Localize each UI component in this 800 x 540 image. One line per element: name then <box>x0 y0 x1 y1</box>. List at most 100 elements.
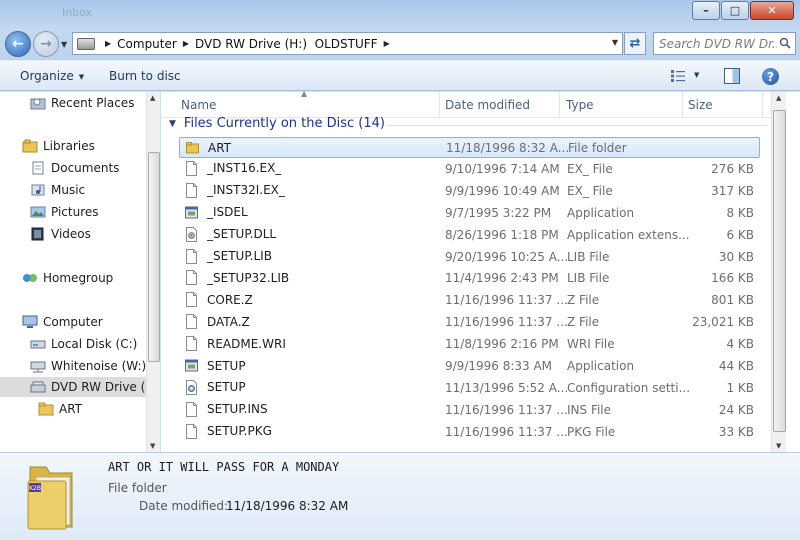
file-row[interactable]: CORE.Z 11/16/1996 11:37 ... Z File 801 KB <box>179 290 760 311</box>
nav-item-music[interactable]: Music <box>30 180 85 200</box>
minimize-button[interactable]: – <box>692 1 720 20</box>
application-icon <box>185 358 198 373</box>
nav-item-documents[interactable]: Documents <box>30 158 119 178</box>
file-row[interactable]: _SETUP.DLL 8/26/1996 1:18 PM Application e… <box>179 225 760 246</box>
application-icon <box>185 205 198 220</box>
nav-label: Videos <box>51 227 91 241</box>
search-input[interactable]: Search DVD RW Dr... <box>653 32 796 55</box>
file-name-cell: _SETUP.LIB <box>185 248 272 264</box>
search-placeholder: Search DVD RW Dr... <box>659 36 777 51</box>
chevron-down-icon: ▼ <box>78 72 85 81</box>
nav-item-videos[interactable]: Videos <box>30 224 91 244</box>
music-icon <box>31 184 45 196</box>
file-row[interactable]: _SETUP.LIB 9/20/1996 10:25 A... LIB File 30… <box>179 247 760 268</box>
address-dropdown[interactable]: ▼ <box>612 38 618 47</box>
burn-to-disc-button[interactable]: Burn to disc <box>109 69 181 83</box>
organize-button[interactable]: Organize ▼ <box>20 69 84 83</box>
scroll-down-icon[interactable]: ▼ <box>776 442 781 450</box>
file-row[interactable]: _SETUP32.LIB 11/4/1996 2:43 PM LIB File 166… <box>179 268 760 289</box>
file-row[interactable]: SETUP 9/9/1996 8:33 AM Application 44 KB <box>179 356 760 377</box>
scrollbar-thumb[interactable] <box>773 110 786 432</box>
file-size: 23,021 KB <box>692 315 754 330</box>
nav-item-computer[interactable]: Computer <box>22 312 103 332</box>
file-row[interactable]: SETUP 11/13/1996 5:52 A... Configuration s… <box>179 378 760 399</box>
file-name-cell: _ISDEL <box>185 205 248 220</box>
group-header[interactable]: ▼ Files Currently on the Disc (14) <box>169 116 385 131</box>
column-type[interactable]: Type <box>566 98 594 112</box>
details-modified-label: Date modified: <box>139 499 229 513</box>
hard-drive-icon <box>30 340 46 349</box>
column-size[interactable]: Size <box>688 98 713 112</box>
nav-label: Whitenoise (W:) <box>51 359 147 373</box>
nav-item-whitenoise[interactable]: Whitenoise (W:) <box>30 356 146 376</box>
file-type: EX_ File <box>567 183 613 198</box>
column-name[interactable]: Name <box>181 98 216 112</box>
chevron-right-icon[interactable]: ▶ <box>183 39 189 48</box>
scroll-up-icon[interactable]: ▲ <box>150 94 155 102</box>
column-divider[interactable] <box>762 92 763 118</box>
back-button[interactable]: ← <box>5 31 31 57</box>
file-row[interactable]: DATA.Z 11/16/1996 11:37 ... Z File 23,021 K… <box>179 312 760 333</box>
file-name-cell: DATA.Z <box>185 314 250 330</box>
file-row[interactable]: SETUP.INS 11/16/1996 11:37 ... INS File 24 … <box>179 400 760 421</box>
breadcrumb-dvd-drive[interactable]: DVD RW Drive (H:) OLDSTUFF <box>195 37 378 51</box>
file-date-modified: 11/4/1996 2:43 PM <box>445 271 559 286</box>
file-name: _ISDEL <box>207 205 248 220</box>
file-name: _SETUP.LIB <box>207 249 272 263</box>
column-divider[interactable] <box>682 92 683 118</box>
column-date-modified[interactable]: Date modified <box>445 98 530 112</box>
file-row[interactable]: _INST32I.EX_ 9/9/1996 10:49 AM EX_ File 317… <box>179 181 760 202</box>
help-icon[interactable]: ? <box>762 68 779 85</box>
file-name-cell: _SETUP.DLL <box>185 226 276 242</box>
breadcrumb-computer[interactable]: Computer <box>117 37 177 51</box>
file-size: 801 KB <box>711 293 754 308</box>
nav-item-homegroup[interactable]: Homegroup <box>22 268 113 288</box>
pictures-icon <box>30 206 46 218</box>
file-list-scrollbar[interactable]: ▲ ▼ <box>771 92 786 452</box>
details-title: ART OR IT WILL PASS FOR A MONDAY <box>108 460 340 474</box>
file-row[interactable]: README.WRI 11/8/1996 2:16 PM WRI File 4 KB <box>179 334 760 355</box>
scrollbar-thumb[interactable] <box>148 152 160 362</box>
address-bar[interactable]: ▶ Computer ▶ DVD RW Drive (H:) OLDSTUFF … <box>72 32 623 55</box>
file-date-modified: 11/16/1996 11:37 ... <box>445 424 568 439</box>
file-type: LIB File <box>567 271 610 286</box>
file-date-modified: 11/16/1996 11:37 ... <box>445 315 568 330</box>
file-type: Application <box>567 205 635 220</box>
file-row[interactable]: ART 11/18/1996 8:32 A... File folder <box>179 137 760 158</box>
file-row[interactable]: _ISDEL 9/7/1995 3:22 PM Application 8 KB <box>179 203 760 224</box>
change-view-icon[interactable] <box>670 69 686 83</box>
details-type: File folder <box>108 481 167 495</box>
collapse-group-icon[interactable]: ▼ <box>169 119 176 129</box>
close-button[interactable]: ✕ <box>750 1 794 20</box>
file-icon <box>185 160 198 176</box>
file-row[interactable]: _INST16.EX_ 9/10/1996 7:14 AM EX_ File 276 … <box>179 159 760 180</box>
refresh-button[interactable]: ⇄ <box>624 32 646 55</box>
nav-item-recent-places[interactable]: Recent Places <box>30 93 134 113</box>
nav-label: DVD RW Drive (H <box>51 380 155 394</box>
nav-item-libraries[interactable]: Libraries <box>22 136 95 156</box>
nav-item-dvd-drive[interactable]: DVD RW Drive (H <box>0 377 154 397</box>
column-divider[interactable] <box>559 92 560 118</box>
nav-item-art[interactable]: ART <box>38 399 82 419</box>
file-size: 166 KB <box>711 271 754 286</box>
chevron-right-icon[interactable]: ▶ <box>105 39 111 48</box>
nav-label: Libraries <box>43 139 95 153</box>
chevron-right-icon[interactable]: ▶ <box>384 39 390 48</box>
scroll-down-icon[interactable]: ▼ <box>150 442 155 450</box>
column-divider[interactable] <box>439 92 440 118</box>
recent-pages-dropdown[interactable]: ▼ <box>61 40 67 49</box>
file-name-cell: README.WRI <box>185 336 286 352</box>
forward-button[interactable]: → <box>33 31 59 57</box>
maximize-button[interactable]: □ <box>721 1 749 20</box>
views-dropdown-icon[interactable]: ▼ <box>694 71 699 79</box>
search-icon[interactable] <box>779 37 791 49</box>
nav-item-local-disk[interactable]: Local Disk (C:) <box>30 334 137 354</box>
file-icon <box>185 314 198 330</box>
nav-item-pictures[interactable]: Pictures <box>30 202 99 222</box>
preview-pane-icon[interactable] <box>724 68 740 84</box>
nav-scrollbar[interactable]: ▲ ▼ <box>146 92 160 452</box>
file-row[interactable]: SETUP.PKG 11/16/1996 11:37 ... PKG File 33 … <box>179 422 760 443</box>
scroll-up-icon[interactable]: ▲ <box>776 94 781 102</box>
title-bar: Inbox – □ ✕ <box>0 0 800 28</box>
details-pane: K2B ART OR IT WILL PASS FOR A MONDAY Fil… <box>0 452 800 540</box>
